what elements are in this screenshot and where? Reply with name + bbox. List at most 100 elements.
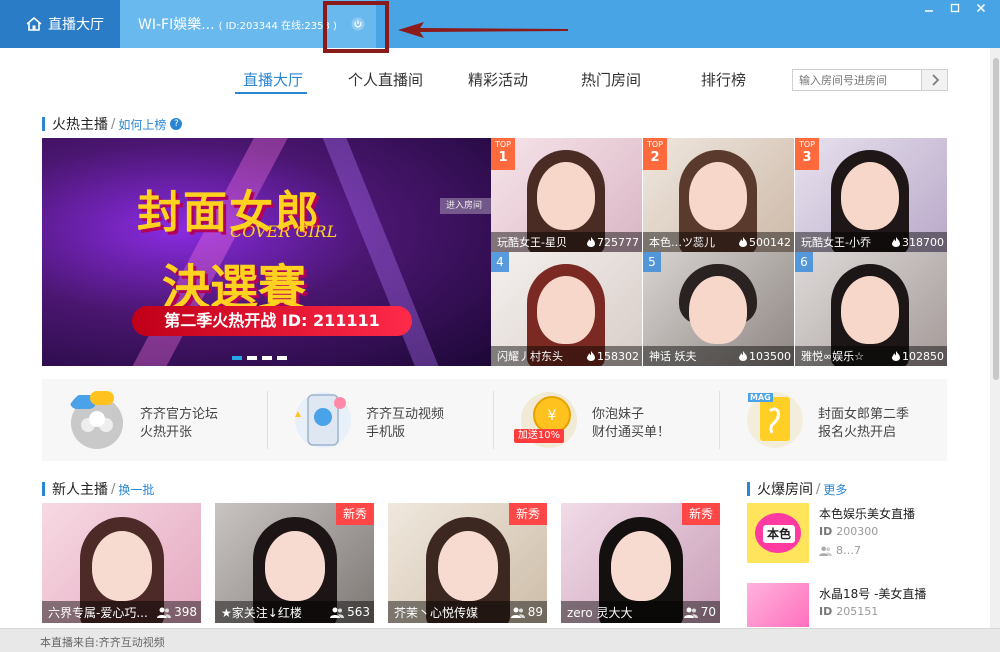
room-search-input[interactable] xyxy=(793,70,921,90)
top-anchor-card[interactable]: 6 雅悦∞娱乐☆ 102850 xyxy=(795,252,947,366)
anchor-name: 芥茉丶心悦传媒 xyxy=(394,605,479,620)
close-button[interactable] xyxy=(970,0,992,18)
top-anchor-card[interactable]: 4 闪耀丿村东头 158302 xyxy=(491,252,642,366)
bonus-tag: 加送10% xyxy=(514,429,564,443)
tab-live-hall[interactable]: 直播大厅 xyxy=(0,0,120,48)
viewer-count: 563 xyxy=(347,605,370,619)
rank-label: TOP xyxy=(494,140,511,149)
pager-dot[interactable] xyxy=(277,356,287,360)
pager-dot[interactable] xyxy=(232,356,242,360)
chevron-right-icon xyxy=(932,74,940,86)
rank-number: 3 xyxy=(802,150,812,165)
feature-line1: 你泡妹子 xyxy=(592,407,645,422)
room-id: ID 200300 xyxy=(819,525,878,538)
anchor-caption: 神话 妖夫 103500 xyxy=(643,346,794,366)
hot-rooms-title: 火爆房间 xyxy=(757,482,813,498)
pager-dot[interactable] xyxy=(262,356,272,360)
new-anchor-card[interactable]: 六界专属-爱心巧... 398 xyxy=(42,503,201,623)
anchor-caption: 雅悦∞娱乐☆ 102850 xyxy=(795,346,947,366)
anchor-score: 103500 xyxy=(749,349,791,363)
new-badge: 新秀 xyxy=(509,503,547,525)
room-name: 本色娱乐美女直播 xyxy=(819,507,916,521)
tab-live-hall-label: 直播大厅 xyxy=(48,17,104,33)
feature-line2: 财付通买单！ xyxy=(592,425,671,440)
users-icon xyxy=(157,607,172,618)
feature-line1: 齐齐官方论坛 xyxy=(140,407,219,422)
viewer-count: 8…7 xyxy=(836,544,861,557)
scrollbar-thumb[interactable] xyxy=(993,58,999,380)
fire-icon xyxy=(892,237,900,247)
anchor-name: 闪耀丿村东头 xyxy=(497,350,563,363)
fire-icon xyxy=(587,351,595,361)
how-to-rank-link[interactable]: 如何上榜 xyxy=(118,116,166,133)
users-icon xyxy=(819,545,832,556)
new-anchor-card[interactable]: 新秀 ★家关注↓红楼 563 xyxy=(215,503,374,623)
anchor-score: 102850 xyxy=(902,349,944,363)
svg-text:¥: ¥ xyxy=(548,408,557,424)
pager-dot[interactable] xyxy=(247,356,257,360)
feature-forum[interactable]: 齐齐官方论坛 火热开张 xyxy=(42,379,268,461)
rank-badge: 4 xyxy=(491,252,509,272)
refresh-batch-link[interactable]: 换一批 xyxy=(118,481,154,498)
magazine-label: MAG xyxy=(748,393,773,402)
maximize-button[interactable] xyxy=(944,0,966,18)
anchor-name: 玩酷女王-小乔 xyxy=(801,236,871,249)
room-tab-meta: ( ID:203344 在线:2353 ) xyxy=(218,20,337,32)
fire-icon xyxy=(587,237,595,247)
anchor-photo xyxy=(92,531,152,601)
footer-text: 本直播来自:齐齐互动视频 xyxy=(40,636,165,649)
anchor-photo xyxy=(689,276,747,344)
hot-room-item[interactable]: 本色 本色娱乐美女直播 ID 200300 8…7 xyxy=(747,503,947,563)
slash-divider: / xyxy=(111,116,116,132)
hot-room-item[interactable]: 水晶18号 -美女直播 ID 205151 xyxy=(747,583,947,627)
nav-live-hall[interactable]: 直播大厅 xyxy=(243,69,303,90)
new-anchor-card[interactable]: 新秀 zero 灵大大 70 xyxy=(561,503,720,623)
nav-ranking[interactable]: 排行榜 xyxy=(701,69,746,90)
viewer-count: 70 xyxy=(700,605,716,619)
anchor-photo xyxy=(841,276,899,344)
anchor-photo xyxy=(689,162,747,230)
anchor-photo xyxy=(438,531,498,601)
banner-ribbon: 第二季火热开战 ID: 211111 xyxy=(132,306,412,336)
help-icon[interactable]: ? xyxy=(170,118,183,130)
feature-line2: 报名火热开启 xyxy=(818,425,897,440)
anchor-score: 725777 xyxy=(597,235,639,249)
room-id-value: 200300 xyxy=(836,525,879,538)
top-anchor-card[interactable]: 5 神话 妖夫 103500 xyxy=(643,252,794,366)
feature-tenpay[interactable]: ¥ 加送10% 你泡妹子 财付通买单！ xyxy=(494,379,720,461)
section-bar xyxy=(747,482,750,496)
anchor-caption: ★家关注↓红楼 563 xyxy=(215,601,374,623)
fire-icon xyxy=(892,351,900,361)
feature-strip: 齐齐官方论坛 火热开张 齐齐互动视频 手机版 ¥ 加送10% 你泡妹子 财付通买… xyxy=(42,379,947,461)
viewer-count: 398 xyxy=(174,605,197,619)
room-viewers: 8…7 xyxy=(819,544,861,557)
nav-activities[interactable]: 精彩活动 xyxy=(468,69,528,90)
nav-personal-room[interactable]: 个人直播间 xyxy=(348,69,423,90)
search-go-button[interactable] xyxy=(921,70,947,90)
banner-pager xyxy=(232,356,287,360)
hot-anchors-header: 火热主播 / 如何上榜 ? xyxy=(42,114,183,134)
rank-number: 2 xyxy=(650,150,660,165)
hot-anchors-title: 火热主播 xyxy=(52,117,108,133)
nav-hot-rooms[interactable]: 热门房间 xyxy=(581,69,641,90)
rank-badge: 6 xyxy=(795,252,813,272)
feature-cover-girl[interactable]: MAG 封面女郎第二季 报名火热开启 xyxy=(720,379,946,461)
cover-girl-banner[interactable]: 封面女郎 COVER GIRL 決選賽 第二季火热开战 ID: 211111 进… xyxy=(42,138,491,366)
section-bar xyxy=(42,117,45,131)
minimize-button[interactable] xyxy=(918,0,940,18)
new-anchor-card[interactable]: 新秀 芥茉丶心悦传媒 89 xyxy=(388,503,547,623)
feature-line2: 火热开张 xyxy=(140,425,193,440)
users-icon xyxy=(330,607,345,618)
more-rooms-link[interactable]: 更多 xyxy=(823,481,847,498)
anchor-caption: zero 灵大大 70 xyxy=(561,601,720,623)
room-thumbnail: 本色 xyxy=(747,503,809,563)
anchor-photo xyxy=(537,162,595,230)
rank-badge: TOP 3 xyxy=(795,138,819,170)
feature-mobile[interactable]: 齐齐互动视频 手机版 xyxy=(268,379,494,461)
rank-label: TOP xyxy=(798,140,815,149)
banner-subtitle: COVER GIRL xyxy=(230,222,338,241)
top-anchor-card[interactable]: TOP 1 玩酷女王-星贝 725777 xyxy=(491,138,642,252)
room-thumbnail xyxy=(747,583,809,627)
top-anchor-card[interactable]: TOP 2 本色…ツ蕊儿 500142 xyxy=(643,138,794,252)
top-anchor-card[interactable]: TOP 3 玩酷女王-小乔 318700 xyxy=(795,138,947,252)
